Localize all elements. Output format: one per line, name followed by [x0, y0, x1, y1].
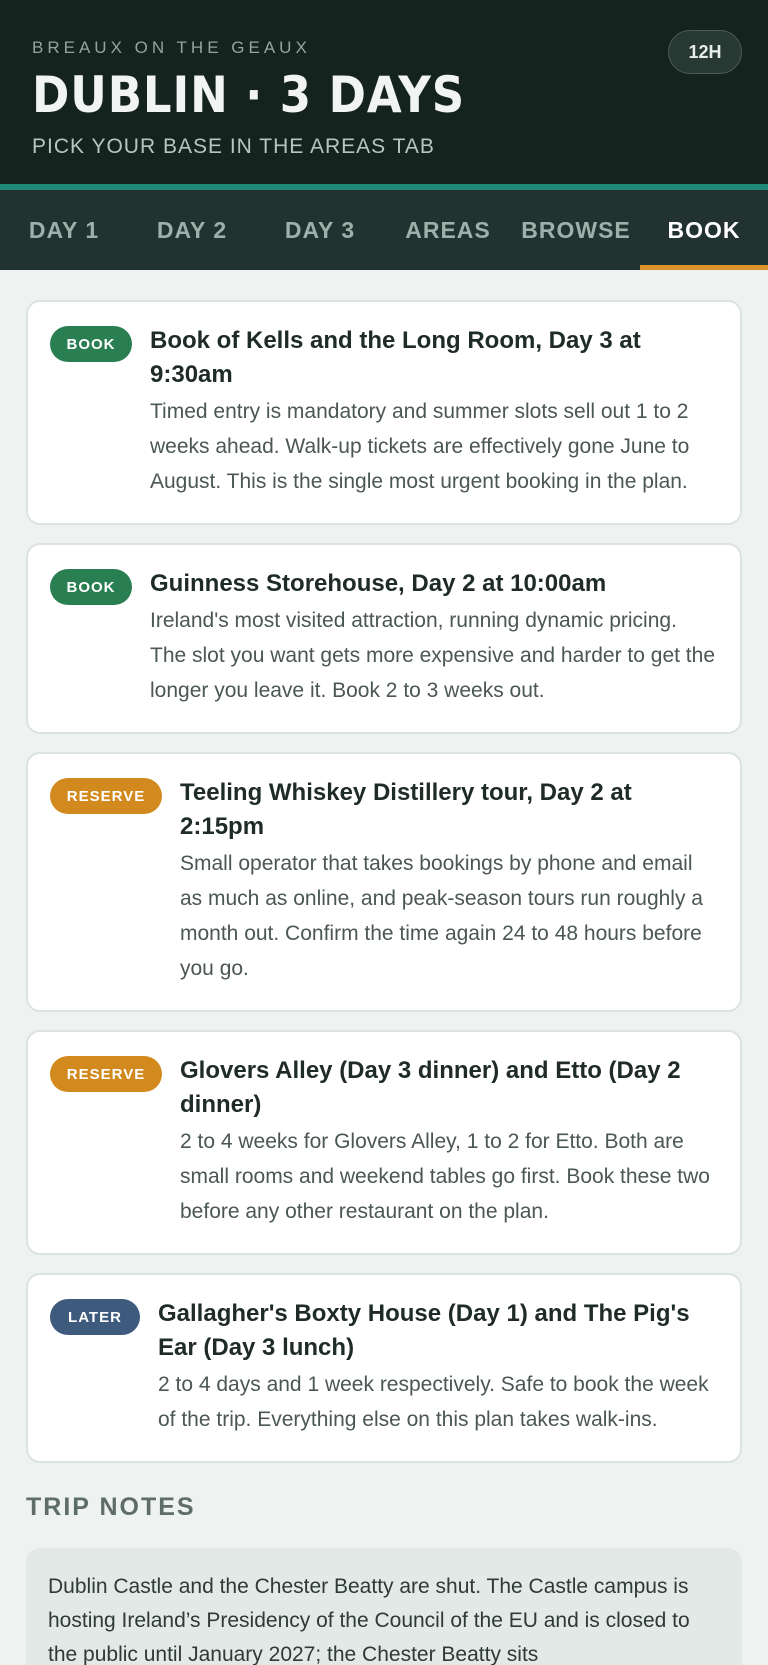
booking-title: Teeling Whiskey Distillery tour, Day 2 a…: [180, 779, 632, 840]
tab-book[interactable]: BOOK: [640, 190, 768, 270]
booking-card: BOOK Guinness Storehouse, Day 2 at 10:00…: [26, 543, 742, 734]
tab-areas[interactable]: AREAS: [384, 190, 512, 270]
tab-bar: DAY 1 DAY 2 DAY 3 AREAS BROWSE BOOK: [0, 190, 768, 270]
booking-description: 2 to 4 weeks for Glovers Alley, 1 to 2 f…: [180, 1130, 710, 1223]
booking-list: BOOK Book of Kells and the Long Room, Da…: [0, 270, 768, 1665]
booking-title: Guinness Storehouse, Day 2 at 10:00am: [150, 570, 607, 597]
app-header: BREAUX ON THE GEAUX DUBLIN · 3 DAYS PICK…: [0, 0, 768, 190]
tab-day-3[interactable]: DAY 3: [256, 190, 384, 270]
reserve-badge: RESERVE: [50, 1056, 162, 1092]
time-format-toggle[interactable]: 12H: [668, 30, 742, 74]
trip-notes-panel: Dublin Castle and the Chester Beatty are…: [26, 1548, 742, 1665]
booking-description: 2 to 4 days and 1 week respectively. Saf…: [158, 1373, 709, 1431]
trip-notes-heading: TRIP NOTES: [26, 1493, 196, 1521]
page-title: DUBLIN · 3 DAYS: [32, 66, 466, 124]
booking-description: Ireland's most visited attraction, runni…: [150, 609, 716, 702]
booking-card: LATER Gallagher's Boxty House (Day 1) an…: [26, 1273, 742, 1463]
booking-card: BOOK Book of Kells and the Long Room, Da…: [26, 300, 742, 525]
booking-card: RESERVE Glovers Alley (Day 3 dinner) and…: [26, 1030, 742, 1255]
later-badge: LATER: [50, 1299, 140, 1335]
tab-day-1[interactable]: DAY 1: [0, 190, 128, 270]
brand-name: BREAUX ON THE GEAUX: [32, 38, 311, 57]
tab-day-2[interactable]: DAY 2: [128, 190, 256, 270]
tab-browse[interactable]: BROWSE: [512, 190, 640, 270]
booking-title: Book of Kells and the Long Room, Day 3 a…: [150, 327, 641, 388]
booking-title: Glovers Alley (Day 3 dinner) and Etto (D…: [180, 1057, 681, 1118]
booking-card: RESERVE Teeling Whiskey Distillery tour,…: [26, 752, 742, 1012]
book-badge: BOOK: [50, 569, 132, 605]
booking-description: Small operator that takes bookings by ph…: [180, 852, 703, 980]
page-subtitle: PICK YOUR BASE IN THE AREAS TAB: [32, 135, 435, 158]
booking-description: Timed entry is mandatory and summer slot…: [150, 400, 690, 493]
reserve-badge: RESERVE: [50, 778, 162, 814]
book-badge: BOOK: [50, 326, 132, 362]
booking-title: Gallagher's Boxty House (Day 1) and The …: [158, 1300, 690, 1361]
